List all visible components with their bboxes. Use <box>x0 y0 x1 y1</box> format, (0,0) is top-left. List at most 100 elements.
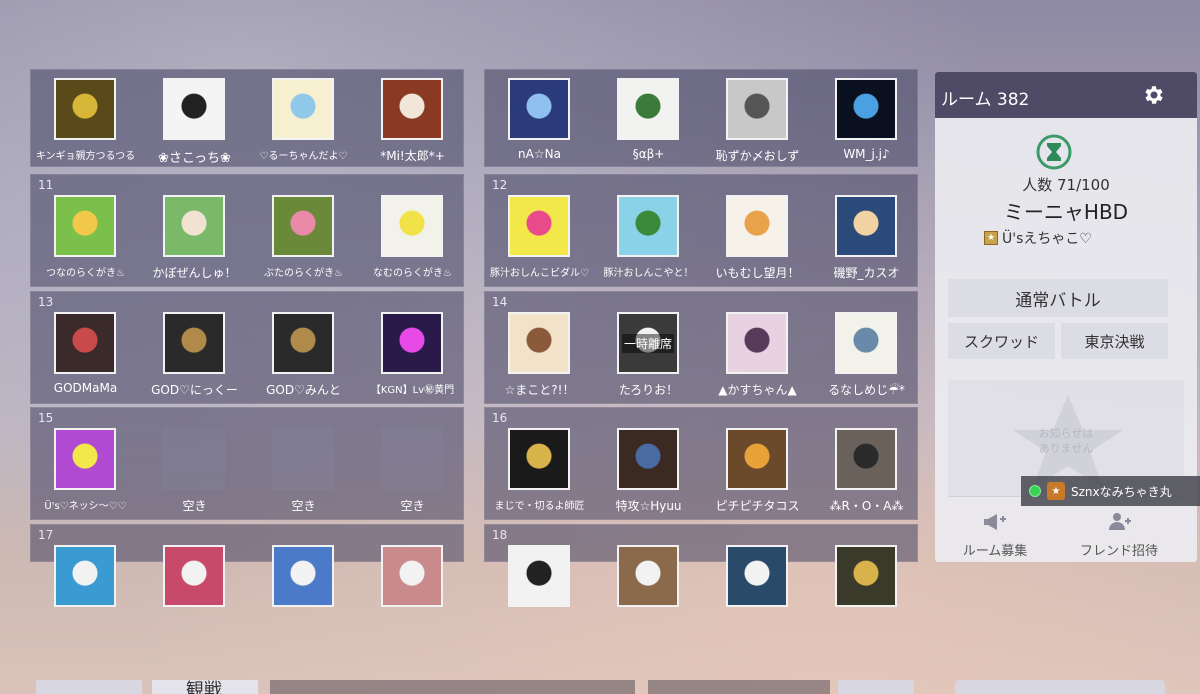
team-group: 15 Ü's♡ネッシ〜♡♡ 空き 空き 空き <box>30 407 464 520</box>
player-slot[interactable]: GODMaMa <box>31 312 140 408</box>
player-avatar <box>54 545 116 607</box>
player-avatar <box>835 195 897 257</box>
player-slot[interactable]: つなのらくがき♨ <box>31 195 140 291</box>
rank-badge-icon: ★ <box>1047 482 1065 500</box>
player-slot[interactable]: GOD♡みんと <box>249 312 358 408</box>
player-slot[interactable]: ☆まこと?!！ <box>485 312 594 408</box>
player-slot[interactable]: ▲かすちゃん▲ <box>703 312 812 408</box>
player-slot[interactable] <box>140 545 249 641</box>
room-recruit-label: ルーム募集 <box>962 544 1028 559</box>
player-slot[interactable]: 豚汁おしんこビダル♡ <box>485 195 594 291</box>
player-slot[interactable]: ピチピチタコス <box>703 428 812 524</box>
player-name: 空き <box>182 499 207 513</box>
player-name: 空き <box>400 499 425 513</box>
player-slot[interactable]: ぶたのらくがき♨ <box>249 195 358 291</box>
player-name: GOD♡みんと <box>266 383 341 397</box>
player-name: Ü's♡ネッシ〜♡♡ <box>44 501 127 512</box>
player-slot[interactable] <box>703 545 812 641</box>
bottom-button-4[interactable] <box>955 680 1165 694</box>
player-name: GOD♡にっくー <box>151 383 238 397</box>
squad-button[interactable]: スクワッド <box>948 323 1055 359</box>
player-slot[interactable]: Ü's♡ネッシ〜♡♡ <box>31 428 140 524</box>
player-avatar <box>272 545 334 607</box>
player-name: ☆まこと?!！ <box>504 383 575 397</box>
player-slot[interactable]: GOD♡にっくー <box>140 312 249 408</box>
team-group: 11 つなのらくがき♨ かぼぜんしゅ！ ぶたのらくがき♨ なむのらくがき♨ <box>30 174 464 287</box>
bottom-button-1[interactable] <box>36 680 142 694</box>
player-slot[interactable]: 特攻☆Hyuu <box>594 428 703 524</box>
player-slot[interactable]: nA☆Na <box>485 78 594 174</box>
player-avatar <box>54 195 116 257</box>
player-name: まじで・切るよ師匠 <box>494 501 585 512</box>
player-slot[interactable]: 【KGN】Lv㊙黄門 <box>358 312 467 408</box>
player-slot[interactable] <box>31 545 140 641</box>
normal-battle-button[interactable]: 通常バトル <box>948 279 1168 317</box>
player-slot[interactable] <box>249 545 358 641</box>
player-slot[interactable]: 磯野_カスオ <box>812 195 921 291</box>
team-group: 13 GODMaMa GOD♡にっくー GOD♡みんと 【KGN】Lv㊙黄門 <box>30 291 464 404</box>
player-slot[interactable]: 恥ずか〆おしず <box>703 78 812 174</box>
player-name: ぶたのらくがき♨ <box>264 268 343 279</box>
player-slot[interactable]: *Mi!太郎*+ <box>358 78 467 174</box>
bottom-bar-1 <box>270 680 635 694</box>
player-name: 【KGN】Lv㊙黄門 <box>370 385 455 396</box>
player-name: 特攻☆Hyuu <box>615 499 682 513</box>
player-name: なむのらくがき♨ <box>373 268 452 279</box>
player-slot[interactable]: るなしめじ☔* <box>812 312 921 408</box>
player-avatar <box>508 312 570 374</box>
player-slot[interactable]: なむのらくがき♨ <box>358 195 467 291</box>
team-group: キンギョ親方つるつる ❀さこっち❀ ♡るーちゃんだよ♡ *Mi!太郎*+ <box>30 69 464 167</box>
player-avatar <box>272 78 334 140</box>
spectate-button[interactable]: 観戦 <box>152 680 258 694</box>
player-slot[interactable]: いもむし望月！ <box>703 195 812 291</box>
player-name: るなしめじ☔* <box>828 383 905 397</box>
player-slot[interactable]: 一時離席 たろりお！ <box>594 312 703 408</box>
player-name: キンギョ親方つるつる <box>35 151 136 162</box>
empty-slot[interactable]: 空き <box>140 428 249 524</box>
player-slot[interactable] <box>594 545 703 641</box>
player-slot[interactable]: ⁂R・O・A⁂ <box>812 428 921 524</box>
player-slot[interactable]: まじで・切るよ師匠 <box>485 428 594 524</box>
friend-invite-label: フレンド招待 <box>1079 544 1158 559</box>
player-avatar <box>726 312 788 374</box>
player-avatar <box>272 312 334 374</box>
player-name: 恥ずか〆おしず <box>715 149 800 163</box>
team-group: 12 豚汁おしんこビダル♡ 豚汁おしんこやと！ いもむし望月！ 磯野_カスオ <box>484 174 918 287</box>
player-slot[interactable]: ❀さこっち❀ <box>140 78 249 174</box>
friend-invite-button[interactable]: フレンド招待 <box>1059 504 1179 559</box>
player-slot[interactable]: 豚汁おしんこやと！ <box>594 195 703 291</box>
player-avatar <box>381 312 443 374</box>
tokyo-battle-button[interactable]: 東京決戦 <box>1061 323 1168 359</box>
player-name: 豚汁おしんこビダル♡ <box>490 268 589 279</box>
player-name: いもむし望月！ <box>715 266 800 280</box>
player-slot[interactable]: かぼぜんしゅ！ <box>140 195 249 291</box>
bottom-button-3[interactable] <box>838 680 914 694</box>
player-name: ❀さこっち❀ <box>158 151 231 166</box>
empty-avatar <box>163 428 225 490</box>
player-avatar <box>726 428 788 490</box>
player-slot[interactable]: キンギョ親方つるつる <box>31 78 140 174</box>
empty-slot[interactable]: 空き <box>358 428 467 524</box>
star-icon: ★ <box>984 231 998 245</box>
player-avatar <box>835 545 897 607</box>
player-avatar <box>726 78 788 140</box>
player-name: 豚汁おしんこやと！ <box>603 268 694 279</box>
player-slot[interactable]: WM_j.j♪ <box>812 78 921 174</box>
room-recruit-button[interactable]: ルーム募集 <box>935 504 1055 559</box>
team-group: nA☆Na §αβ+ 恥ずか〆おしず WM_j.j♪ <box>484 69 918 167</box>
player-slot[interactable] <box>812 545 921 641</box>
empty-slot[interactable]: 空き <box>249 428 358 524</box>
empty-avatar <box>272 428 334 490</box>
player-slot[interactable]: ♡るーちゃんだよ♡ <box>249 78 358 174</box>
player-slot[interactable]: §αβ+ <box>594 78 703 174</box>
player-avatar <box>617 195 679 257</box>
team-number: 11 <box>38 178 54 192</box>
friend-online-toast[interactable]: ★ Sznxなみちゃき丸 <box>1021 476 1200 506</box>
player-slot[interactable] <box>485 545 594 641</box>
player-avatar <box>835 78 897 140</box>
player-avatar <box>617 545 679 607</box>
gear-icon[interactable] <box>1142 83 1166 107</box>
squad-label: スクワッド <box>963 332 1039 351</box>
player-slot[interactable] <box>358 545 467 641</box>
player-name: nA☆Na <box>518 147 561 161</box>
